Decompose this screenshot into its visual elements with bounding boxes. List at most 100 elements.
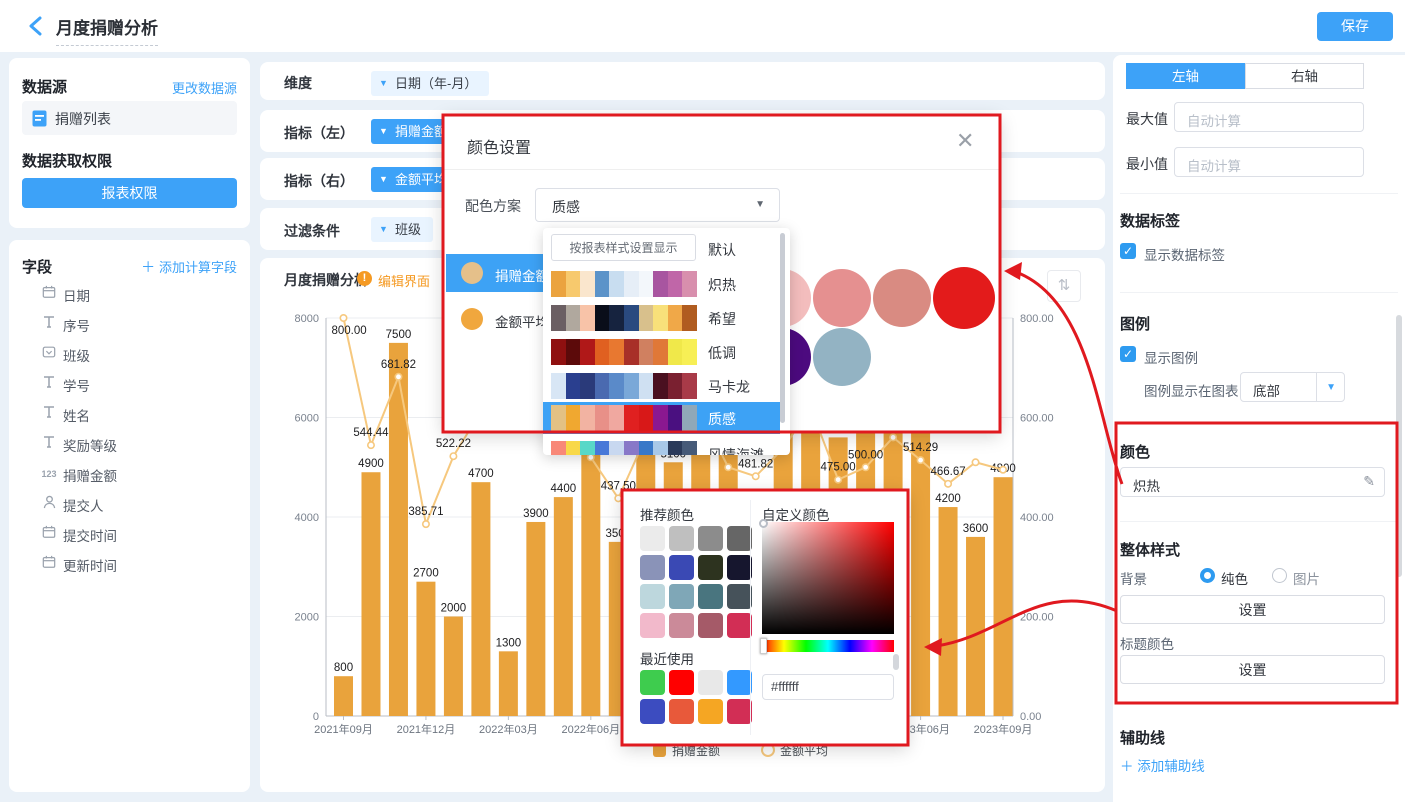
color-scheme-input[interactable]: 炽热 ✎ xyxy=(1120,467,1385,497)
series-color-swatch[interactable] xyxy=(461,308,483,330)
hue-slider[interactable] xyxy=(762,640,894,652)
color-swatch[interactable] xyxy=(640,526,665,551)
preview-color-circle[interactable] xyxy=(813,269,871,327)
scheme-option-default[interactable]: 默认 xyxy=(708,240,736,260)
min-value-input[interactable]: 自动计算 xyxy=(1174,147,1364,177)
close-icon[interactable]: ✕ xyxy=(956,128,974,154)
text-icon xyxy=(40,315,58,331)
tab-right-axis[interactable]: 右轴 xyxy=(1245,63,1364,89)
color-swatch[interactable] xyxy=(669,699,694,724)
edit-icon[interactable]: ✎ xyxy=(1363,473,1375,490)
field-item[interactable]: 姓名 xyxy=(22,400,237,428)
svg-text:2021年09月: 2021年09月 xyxy=(314,722,373,736)
legend-line-icon[interactable] xyxy=(762,744,774,756)
page-title: 月度捐赠分析 xyxy=(56,14,158,46)
bar xyxy=(389,343,408,716)
divider xyxy=(1120,292,1398,293)
field-item[interactable]: 提交时间 xyxy=(22,520,237,548)
field-item[interactable]: 更新时间 xyxy=(22,550,237,578)
color-swatch[interactable] xyxy=(640,584,665,609)
scheme-option-4[interactable]: 马卡龙 xyxy=(543,370,780,402)
add-aux-line-link[interactable]: ＋ 添加辅助线 xyxy=(1120,755,1205,775)
plus-icon: ＋ xyxy=(141,259,159,275)
svg-text:200.00: 200.00 xyxy=(1020,612,1054,624)
palette-strip xyxy=(551,305,697,331)
color-swatch[interactable] xyxy=(698,555,723,580)
color-swatch[interactable] xyxy=(669,526,694,551)
hex-color-input[interactable]: #ffffff xyxy=(762,674,894,700)
scheme-option-5[interactable]: 质感 xyxy=(543,402,780,434)
color-swatch[interactable] xyxy=(640,555,665,580)
radio-solid-color[interactable] xyxy=(1200,568,1215,583)
add-calc-field-link[interactable]: ＋ 添加计算字段 xyxy=(141,257,237,277)
palette-strip xyxy=(551,271,697,297)
show-data-label-checkbox[interactable]: ✓ xyxy=(1120,243,1136,259)
picker-handle[interactable] xyxy=(759,519,768,528)
color-swatch[interactable] xyxy=(669,584,694,609)
field-item[interactable]: 提交人 xyxy=(22,490,237,518)
scrollbar[interactable] xyxy=(893,654,899,670)
color-swatch[interactable] xyxy=(698,670,723,695)
scrollbar[interactable] xyxy=(780,233,785,423)
tab-left-axis[interactable]: 左轴 xyxy=(1126,63,1245,89)
scheme-option-2[interactable]: 希望 xyxy=(543,302,780,334)
hue-slider-handle[interactable] xyxy=(760,638,767,654)
scrollbar[interactable] xyxy=(1396,315,1402,577)
series-color-swatch[interactable] xyxy=(461,262,483,284)
color-swatch[interactable] xyxy=(669,555,694,580)
scheme-option-6[interactable]: 风情海滩 xyxy=(543,438,780,455)
legend-line-label[interactable]: 金额平均 xyxy=(780,743,828,758)
field-item[interactable]: 123捐赠金额 xyxy=(22,460,237,488)
config-tag[interactable]: ▼班级 xyxy=(371,217,433,242)
right-settings-panel: 左轴 右轴 最大值 自动计算 最小值 自动计算 数据标签 ✓ 显示数据标签 图例… xyxy=(1113,55,1405,802)
saturation-value-picker[interactable] xyxy=(762,522,894,634)
color-swatch[interactable] xyxy=(727,584,752,609)
color-swatch[interactable] xyxy=(727,555,752,580)
scheme-option-1[interactable]: 炽热 xyxy=(543,268,780,300)
caret-down-icon: ▼ xyxy=(379,119,388,144)
chevron-down-icon: ▼ xyxy=(1326,382,1336,393)
color-swatch[interactable] xyxy=(727,699,752,724)
color-swatch[interactable] xyxy=(727,670,752,695)
scheme-option-3[interactable]: 低调 xyxy=(543,336,780,368)
field-item[interactable]: 日期 xyxy=(22,280,237,308)
config-row-label: 指标（右） xyxy=(284,171,354,191)
radio-image[interactable] xyxy=(1272,568,1287,583)
max-value-input[interactable]: 自动计算 xyxy=(1174,102,1364,132)
field-item[interactable]: 学号 xyxy=(22,370,237,398)
background-set-button[interactable]: 设置 xyxy=(1120,595,1385,624)
preview-color-circle[interactable] xyxy=(873,269,931,327)
palette-strip xyxy=(551,339,697,365)
color-swatch[interactable] xyxy=(698,613,723,638)
legend-bar-label[interactable]: 捐赠金额 xyxy=(672,743,720,758)
datasource-item[interactable]: 捐赠列表 xyxy=(22,101,237,135)
legend-bar-icon[interactable] xyxy=(653,744,666,757)
color-swatch[interactable] xyxy=(698,699,723,724)
color-swatch[interactable] xyxy=(640,670,665,695)
title-color-set-button[interactable]: 设置 xyxy=(1120,655,1385,684)
color-swatch[interactable] xyxy=(727,613,752,638)
legend-position-select[interactable]: 底部▼ xyxy=(1240,372,1345,402)
color-swatch[interactable] xyxy=(698,526,723,551)
scheme-dropdown: 按报表样式设置显示 默认 炽热希望低调马卡龙质感风情海滩 xyxy=(543,228,790,455)
field-item[interactable]: 班级 xyxy=(22,340,237,368)
field-item[interactable]: 序号 xyxy=(22,310,237,338)
show-legend-checkbox[interactable]: ✓ xyxy=(1120,346,1136,362)
color-swatch[interactable] xyxy=(640,613,665,638)
svg-text:4200: 4200 xyxy=(935,493,961,505)
report-style-button[interactable]: 按报表样式设置显示 xyxy=(551,234,696,261)
color-swatch[interactable] xyxy=(669,613,694,638)
color-swatch[interactable] xyxy=(727,526,752,551)
report-permission-button[interactable]: 报表权限 xyxy=(22,178,237,208)
save-button[interactable]: 保存 xyxy=(1317,12,1393,41)
preview-color-circle[interactable] xyxy=(933,267,995,329)
color-swatch[interactable] xyxy=(640,699,665,724)
preview-color-circle[interactable] xyxy=(813,328,871,386)
back-icon[interactable] xyxy=(26,15,46,37)
color-swatch[interactable] xyxy=(698,584,723,609)
change-datasource-link[interactable]: 更改数据源 xyxy=(172,78,237,97)
field-item[interactable]: 奖励等级 xyxy=(22,430,237,458)
config-tag[interactable]: ▼日期（年-月） xyxy=(371,71,489,96)
color-swatch[interactable] xyxy=(669,670,694,695)
scheme-select[interactable]: 质感 ▼ xyxy=(535,188,780,222)
